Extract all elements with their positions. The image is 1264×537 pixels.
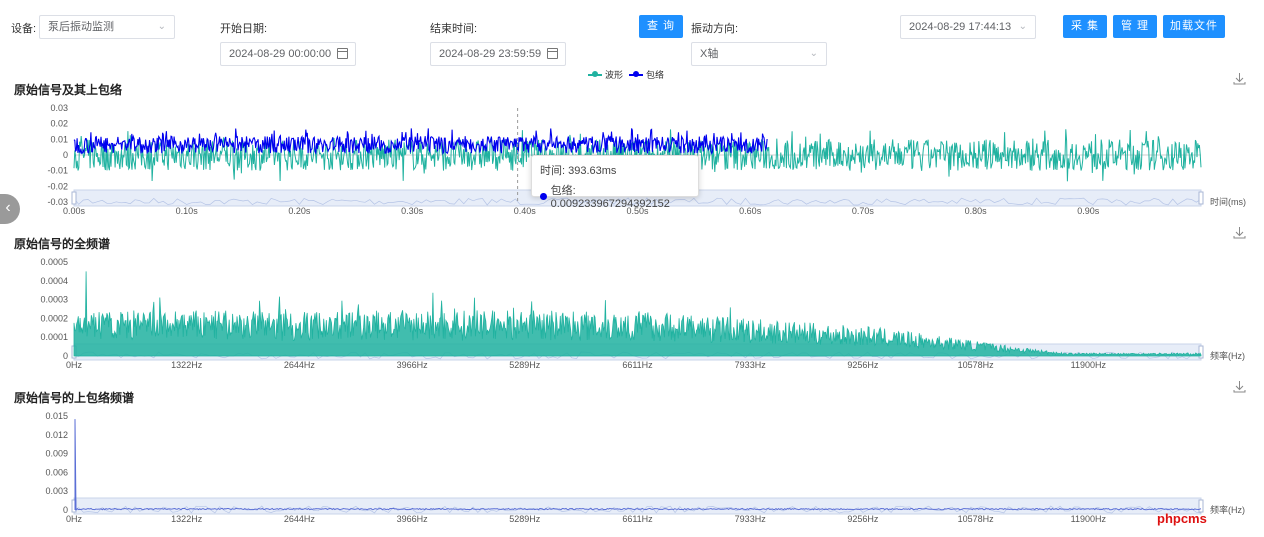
x-tick-label: 9256Hz [847,514,879,524]
x-tick-label: 10578Hz [958,514,995,524]
device-label: 设备: [11,23,37,35]
x-tick-label: 0.90s [1077,206,1100,216]
x-tick-label: 1322Hz [171,360,203,370]
y-tick-label: -0.01 [47,166,68,176]
x-tick-label: 5289Hz [509,514,541,524]
x-axis-name: 时间(ms) [1210,196,1246,207]
y-tick-label: 0.012 [45,430,68,440]
y-tick-label: 0.0001 [40,332,68,342]
x-tick-label: 6611Hz [622,514,653,524]
x-tick-label: 2644Hz [284,360,316,370]
x-tick-label: 11900Hz [1071,514,1107,524]
y-tick-label: 0.015 [45,411,68,421]
tooltip-envelope-value: 包络: 0.009233967294392152 [550,185,670,210]
legend-swatch-envelope [629,70,644,77]
capture-time-select[interactable]: 2024-08-29 17:44:13 ⌄ [900,15,1036,39]
x-tick-label: 7933Hz [735,514,767,524]
x-tick-label: 10578Hz [958,360,995,370]
y-tick-label: 0.0004 [40,276,68,286]
tooltip-envelope-dot [540,192,547,200]
chart-legend[interactable]: 波形 包络 [588,68,664,81]
download-icon[interactable] [1233,380,1246,393]
end-date-label: 结束时间: [430,23,478,35]
end-date-value: 2024-08-29 23:59:59 [439,48,542,60]
x-tick-label: 0Hz [66,360,83,370]
device-select[interactable]: 泵后振动监测 ⌄ [39,15,175,39]
x-tick-label: 0.00s [63,206,86,216]
capture-time-value: 2024-08-29 17:44:13 [909,21,1012,33]
legend-label-envelope: 包络 [646,70,665,80]
manage-button[interactable]: 管 理 [1113,15,1157,38]
x-tick-label: 3966Hz [397,360,429,370]
y-tick-label: 0.03 [50,103,68,113]
start-date-input[interactable]: 2024-08-29 00:00:00 [220,42,356,66]
x-tick-label: 11900Hz [1071,360,1107,370]
datazoom-handle-right [1198,191,1204,205]
direction-value: X轴 [700,48,719,60]
datazoom-slider [73,497,1202,515]
chart-tooltip: 时间: 393.63ms 包络: 0.009233967294392152 [531,155,699,210]
x-tick-label: 0.40s [514,206,537,216]
chart-envelope-spectrum[interactable]: 0.0150.0120.0090.0060.00300Hz 1322Hz 2644H… [0,408,1264,530]
calendar-icon [547,48,558,59]
start-date-value: 2024-08-29 00:00:00 [229,48,332,60]
query-button[interactable]: 查 询 [639,15,683,38]
x-tick-label: 0Hz [66,514,83,524]
chevron-down-icon: ⌄ [157,21,166,32]
download-icon[interactable] [1233,72,1246,85]
direction-select[interactable]: X轴 ⌄ [691,42,827,66]
y-tick-label: 0.0003 [40,295,68,305]
y-tick-label: 0.009 [45,449,68,459]
chevron-down-icon: ⌄ [1018,21,1027,32]
x-tick-label: 6611Hz [622,360,653,370]
x-tick-label: 3966Hz [397,514,429,524]
x-axis-name: 频率(Hz) [1210,350,1245,361]
legend-label-waveform: 波形 [605,70,624,80]
tooltip-time: 时间: 393.63ms [540,165,617,177]
x-tick-label: 2644Hz [284,514,316,524]
y-tick-label: 0 [63,150,68,160]
y-tick-label: 0.0002 [40,313,68,323]
device-value: 泵后振动监测 [48,21,114,33]
chart1-title: 原始信号及其上包络 [14,83,123,97]
y-tick-label: -0.02 [47,181,68,191]
x-tick-label: 0.60s [739,206,762,216]
spectrum-series [73,271,1202,357]
x-tick-label: 0.80s [965,206,988,216]
y-tick-label: 0.02 [50,119,68,129]
chart2-title: 原始信号的全频谱 [14,237,111,251]
download-icon[interactable] [1233,226,1246,239]
y-tick-label: 0.0005 [40,257,68,267]
datazoom-handle-left [71,191,77,205]
watermark-text: phpcms [1157,511,1207,526]
calendar-icon [337,48,348,59]
legend-swatch-waveform [588,70,602,77]
envelope-spectrum-series [74,419,1202,512]
end-date-input[interactable]: 2024-08-29 23:59:59 [430,42,566,66]
x-tick-label: 7933Hz [735,360,767,370]
direction-label: 振动方向: [691,23,739,35]
chevron-down-icon: ⌄ [809,48,818,59]
x-tick-label: 0.30s [401,206,424,216]
chart-full-spectrum[interactable]: 0.00050.00040.00030.00020.000100Hz 1322Hz… [0,254,1264,376]
x-tick-label: 5289Hz [509,360,541,370]
x-tick-label: 0.20s [288,206,311,216]
start-date-label: 开始日期: [220,23,268,35]
x-tick-label: 9256Hz [847,360,879,370]
collect-button[interactable]: 采 集 [1063,15,1107,38]
chart3-title: 原始信号的上包络频谱 [14,391,135,405]
y-tick-label: 0.01 [50,134,68,144]
x-tick-label: 1322Hz [171,514,203,524]
y-tick-label: 0.003 [45,486,68,496]
x-tick-label: 0.10s [176,206,199,216]
x-tick-label: 0.70s [852,206,875,216]
load-file-button[interactable]: 加载文件 [1163,15,1225,38]
x-axis-name: 频率(Hz) [1210,504,1245,515]
y-tick-label: 0.006 [45,467,68,477]
legend-item-envelope[interactable]: 包络 [629,68,664,81]
legend-item-waveform[interactable]: 波形 [588,68,623,81]
